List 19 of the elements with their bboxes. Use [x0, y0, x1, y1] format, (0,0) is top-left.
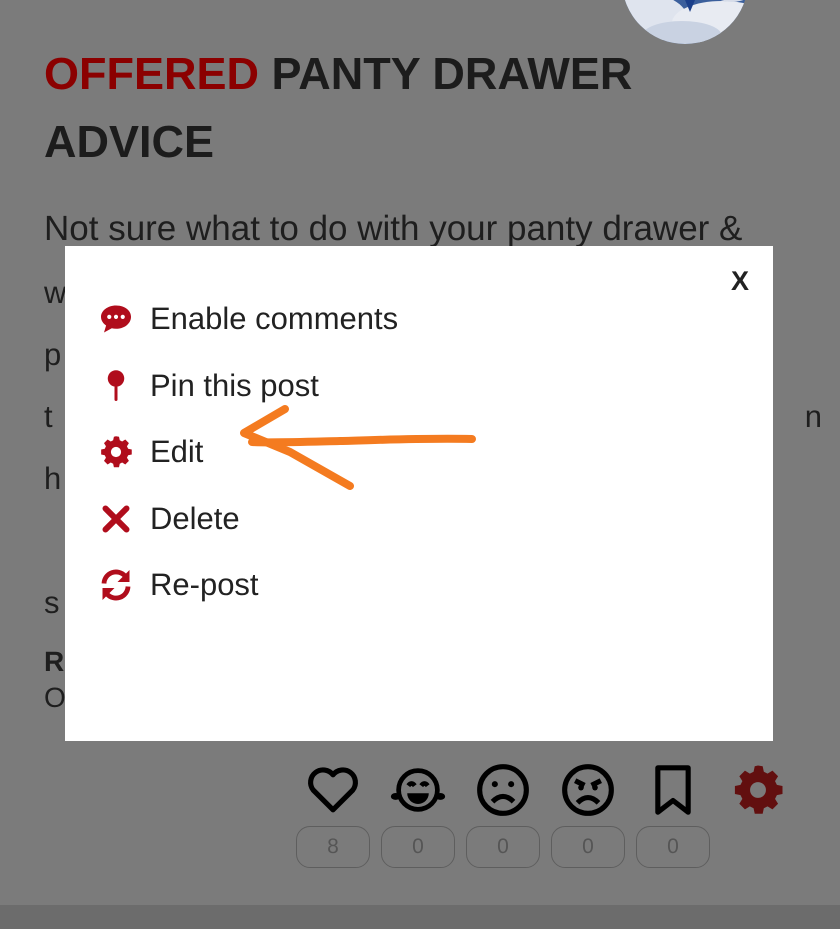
body-text: t — [44, 398, 53, 436]
body-text: p — [44, 336, 62, 374]
body-text: s — [44, 584, 60, 622]
body-text: Not sure what to do with your panty drawer & — [44, 208, 742, 250]
body-text: w — [44, 274, 66, 312]
angry-face-icon[interactable] — [560, 762, 616, 818]
post-title: OFFERED PANTY DRAWER ADVICE — [44, 47, 634, 169]
menu-item[interactable]: Delete — [98, 486, 240, 552]
meta-value: O — [44, 682, 66, 713]
menu-item[interactable]: Enable comments — [98, 286, 398, 352]
menu-item[interactable]: Pin this post — [98, 352, 319, 419]
body-text: n — [804, 398, 822, 436]
sad-face-icon[interactable] — [475, 762, 531, 818]
menu-item[interactable]: Re-post — [98, 552, 259, 618]
gear-icon — [98, 434, 134, 470]
menu-item[interactable]: Edit — [98, 419, 204, 486]
body-text: h — [44, 460, 62, 498]
meta-label: R — [44, 645, 66, 679]
close-button[interactable]: X — [726, 262, 753, 301]
